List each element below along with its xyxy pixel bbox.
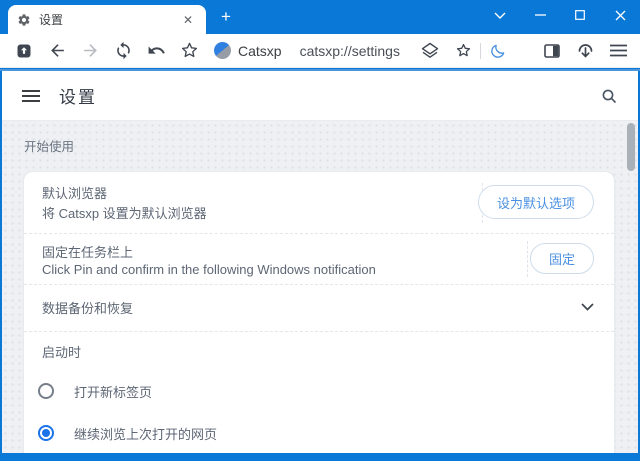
button-divider (527, 241, 528, 277)
hamburger-menu-icon[interactable] (22, 89, 40, 103)
row-backup-restore[interactable]: 数据备份和恢复 (24, 284, 614, 331)
radio-icon[interactable] (38, 425, 54, 441)
radio-icon[interactable] (38, 383, 54, 399)
pin-taskbar-subtitle: Click Pin and confirm in the following W… (42, 262, 376, 277)
settings-page: 设置 开始使用 默认浏览器 将 Catsxp 设置为默认浏览器 设为默认选项 固… (2, 71, 638, 453)
startup-option-new-tab[interactable]: 打开新标签页 (24, 371, 614, 411)
set-default-button[interactable]: 设为默认选项 (477, 185, 594, 219)
search-icon[interactable] (600, 87, 618, 105)
undo-arrow-icon[interactable] (146, 41, 166, 61)
row-startup: 启动时 (24, 331, 614, 371)
default-browser-subtitle: 将 Catsxp 设置为默认浏览器 (42, 206, 207, 221)
default-browser-title: 默认浏览器 (42, 186, 108, 201)
browser-tab-settings[interactable]: 设置 ✕ (8, 5, 206, 34)
title-bar: 设置 ✕ + (0, 0, 640, 34)
menu-icon[interactable] (608, 41, 628, 61)
star-gesture-icon[interactable] (179, 41, 199, 61)
toolbar-separator (480, 42, 481, 59)
row-default-browser: 默认浏览器 将 Catsxp 设置为默认浏览器 设为默认选项 (24, 172, 614, 233)
settings-content: 开始使用 默认浏览器 将 Catsxp 设置为默认浏览器 设为默认选项 固定在任… (2, 122, 638, 453)
sidebar-toggle-icon[interactable] (542, 41, 562, 61)
dark-mode-moon-icon[interactable] (488, 41, 508, 61)
layers-script-icon[interactable] (420, 41, 440, 61)
settings-card: 默认浏览器 将 Catsxp 设置为默认浏览器 设为默认选项 固定在任务栏上 C… (23, 171, 615, 453)
address-bar-url[interactable]: catsxp://settings (300, 43, 400, 59)
download-icon[interactable] (575, 41, 595, 61)
row-pin-taskbar: 固定在任务栏上 Click Pin and confirm in the fol… (24, 233, 614, 284)
forward-icon[interactable] (80, 41, 100, 61)
startup-title: 启动时 (42, 344, 82, 360)
window-minimize-button[interactable] (520, 0, 560, 30)
tab-close-icon[interactable]: ✕ (179, 12, 197, 28)
tab-title: 设置 (39, 13, 64, 27)
radio-label: 继续浏览上次打开的网页 (74, 426, 218, 442)
catsxp-logo (212, 41, 232, 61)
back-icon[interactable] (47, 41, 67, 61)
pin-taskbar-title: 固定在任务栏上 (42, 245, 134, 260)
page-title: 设置 (59, 88, 97, 107)
radio-label: 打开新标签页 (74, 384, 153, 400)
browser-toolbar: Catsxp catsxp://settings (0, 34, 640, 68)
settings-header: 设置 (2, 71, 638, 121)
pin-button[interactable]: 固定 (529, 243, 594, 274)
window-controls (480, 0, 640, 30)
gear-icon (17, 13, 31, 27)
update-box-icon[interactable] (14, 41, 34, 61)
refresh-sync-icon[interactable] (113, 41, 133, 61)
chevron-down-icon[interactable] (581, 303, 594, 311)
section-label: 开始使用 (24, 140, 75, 154)
brand-name: Catsxp (238, 42, 282, 59)
window-chevron-icon[interactable] (480, 0, 520, 30)
scrollbar-thumb[interactable] (627, 123, 635, 171)
window-maximize-button[interactable] (560, 0, 600, 30)
window-close-button[interactable] (600, 0, 640, 30)
startup-option-continue[interactable]: 继续浏览上次打开的网页 (24, 413, 614, 453)
bookmark-star-icon[interactable] (453, 41, 473, 61)
new-tab-button[interactable]: + (214, 6, 238, 28)
backup-restore-title: 数据备份和恢复 (42, 301, 134, 316)
